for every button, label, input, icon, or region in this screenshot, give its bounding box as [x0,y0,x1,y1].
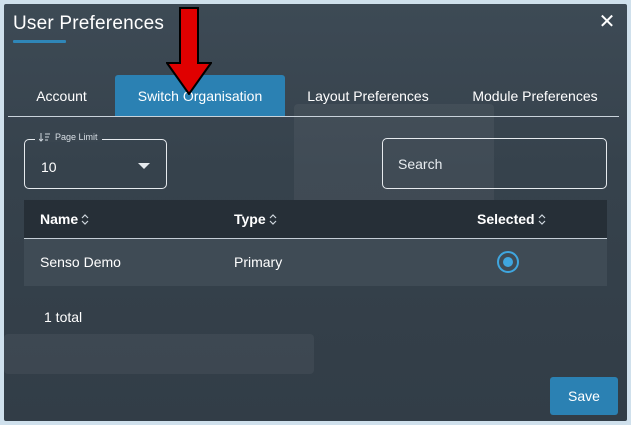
page-limit-select[interactable]: Page Limit 10 [24,132,167,189]
tab-module-preferences[interactable]: Module Preferences [451,75,619,117]
page-limit-value: 10 [41,159,57,175]
search-input[interactable] [382,138,607,189]
organisation-table: Name Type Selected Senso Demo Primary [24,200,607,286]
column-header-type[interactable]: Type [234,200,277,239]
user-preferences-dialog: User Preferences ✕ Account Switch Organi… [4,4,627,421]
table-row[interactable]: Senso Demo Primary [24,239,607,286]
column-header-selected[interactable]: Selected [477,200,546,239]
cell-type: Primary [234,254,283,270]
cell-name: Senso Demo [40,254,121,270]
save-button[interactable]: Save [550,377,618,415]
background-blur [4,334,314,374]
tab-bar: Account Switch Organisation Layout Prefe… [8,75,619,117]
title-underline [13,40,66,43]
chevron-down-icon [138,163,150,169]
sort-lines-icon [39,133,50,142]
table-header: Name Type Selected [24,200,607,239]
tabs-divider [8,116,619,117]
page-limit-label: Page Limit [35,132,102,142]
dialog-title: User Preferences [13,13,165,34]
red-arrow-pointer [166,7,212,95]
tab-layout-preferences[interactable]: Layout Preferences [285,75,451,117]
selected-radio[interactable] [497,251,519,273]
total-count: 1 total [44,309,83,325]
sort-icon [81,214,89,225]
column-header-name[interactable]: Name [40,200,89,239]
close-icon[interactable]: ✕ [597,12,617,32]
sort-icon [269,214,277,225]
tab-account[interactable]: Account [8,75,115,117]
sort-icon [538,214,546,225]
page-limit-legend-text: Page Limit [55,132,98,142]
